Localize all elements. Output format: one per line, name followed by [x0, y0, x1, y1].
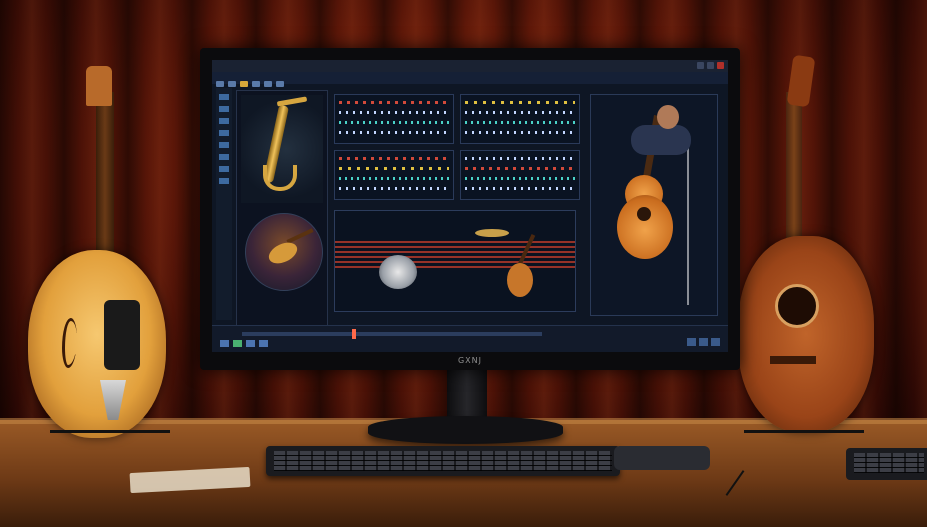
photo-scene: GXNJ: [0, 0, 927, 527]
transport-bar: [212, 325, 728, 352]
track-lane: [339, 167, 449, 170]
sidebar-tool-icon[interactable]: [219, 142, 229, 148]
toolbar-icon[interactable]: [252, 81, 260, 87]
track-clip[interactable]: [334, 94, 454, 144]
track-lane: [339, 157, 449, 160]
side-keyboard-keys: [854, 453, 924, 473]
sidebar-tool-icon[interactable]: [219, 94, 229, 100]
window-controls: [697, 62, 724, 69]
minimize-icon[interactable]: [697, 62, 704, 69]
track-lane: [339, 121, 449, 124]
sidebar-tool-icon[interactable]: [219, 118, 229, 124]
app-toolbar: [212, 72, 728, 87]
microphone-icon: [687, 135, 689, 305]
guitarist-thumbnail[interactable]: [245, 213, 323, 291]
mouse-pad: [614, 446, 710, 470]
right-guitar-soundhole: [775, 284, 819, 328]
maximize-icon[interactable]: [707, 62, 714, 69]
performer-viewer[interactable]: [590, 94, 718, 316]
toolbar-icon[interactable]: [240, 81, 248, 87]
track-lane: [339, 101, 449, 104]
track-clip[interactable]: [334, 150, 454, 200]
playhead[interactable]: [352, 329, 356, 339]
audio-waveform-stripes: [335, 241, 575, 271]
right-guitar-bridge: [770, 356, 816, 364]
media-browser-panel: [236, 90, 328, 330]
track-lane: [465, 157, 575, 160]
left-guitar-pickguard: [104, 300, 140, 370]
track-lane: [465, 111, 575, 114]
computer-monitor: GXNJ: [200, 48, 740, 370]
track-clip[interactable]: [460, 94, 580, 144]
track-lane: [339, 177, 449, 180]
track-lane: [339, 111, 449, 114]
preview-guitar-body: [507, 263, 533, 297]
track-clip[interactable]: [460, 150, 580, 200]
sidebar-tool-icon[interactable]: [219, 178, 229, 184]
sidebar-tool-icon[interactable]: [219, 166, 229, 172]
view-controls: [687, 338, 720, 346]
guitar-icon: [286, 228, 314, 244]
mini-guitar-body: [265, 238, 301, 268]
monitor-stand-base: [368, 416, 563, 444]
video-preview-panel[interactable]: [334, 210, 576, 312]
sidebar-tool-icon[interactable]: [219, 106, 229, 112]
track-lane: [339, 187, 449, 190]
rewind-icon[interactable]: [220, 340, 229, 347]
performer-head: [657, 105, 679, 129]
monitor-stand-neck: [447, 370, 487, 422]
zoom-in-icon[interactable]: [699, 338, 708, 346]
tool-sidebar: [216, 88, 232, 320]
left-hollowbody-guitar: [28, 250, 166, 438]
right-guitar-neck: [786, 92, 802, 252]
stop-icon[interactable]: [246, 340, 255, 347]
track-lane: [339, 131, 449, 134]
transport-controls: [220, 340, 268, 347]
track-lane: [465, 121, 575, 124]
settings-icon[interactable]: [711, 338, 720, 346]
play-icon[interactable]: [233, 340, 242, 347]
left-guitar-stand: [50, 420, 170, 433]
right-guitar-stand: [744, 420, 864, 433]
toolbar-icon[interactable]: [228, 81, 236, 87]
playback-timeline[interactable]: [242, 329, 542, 339]
track-lane: [465, 187, 575, 190]
viewer-guitar-soundhole: [637, 207, 651, 221]
track-lane: [465, 167, 575, 170]
track-lane: [465, 131, 575, 134]
side-keyboard: [846, 448, 927, 480]
performer-figure: [631, 125, 691, 155]
monitor-screen: [212, 60, 728, 352]
zoom-out-icon[interactable]: [687, 338, 696, 346]
app-menubar: [212, 60, 728, 72]
computer-keyboard: [266, 446, 620, 476]
viewer-guitar-lower-bout: [617, 195, 673, 259]
saxophone-bell: [263, 165, 297, 191]
toolbar-icon[interactable]: [276, 81, 284, 87]
keyboard-keys: [274, 451, 612, 471]
drum-icon: [379, 255, 417, 289]
saxophone-thumbnail[interactable]: [241, 95, 323, 203]
left-guitar-headstock: [86, 66, 112, 106]
sidebar-tool-icon[interactable]: [219, 154, 229, 160]
toolbar-icon[interactable]: [264, 81, 272, 87]
monitor-brand-label: GXNJ: [457, 356, 483, 365]
record-icon[interactable]: [259, 340, 268, 347]
track-lane: [465, 177, 575, 180]
track-lane: [465, 101, 575, 104]
sidebar-tool-icon[interactable]: [219, 130, 229, 136]
right-acoustic-guitar: [738, 236, 874, 432]
cymbal-shape: [475, 229, 509, 237]
track-editor: [334, 94, 586, 202]
toolbar-icon[interactable]: [216, 81, 224, 87]
close-icon[interactable]: [717, 62, 724, 69]
